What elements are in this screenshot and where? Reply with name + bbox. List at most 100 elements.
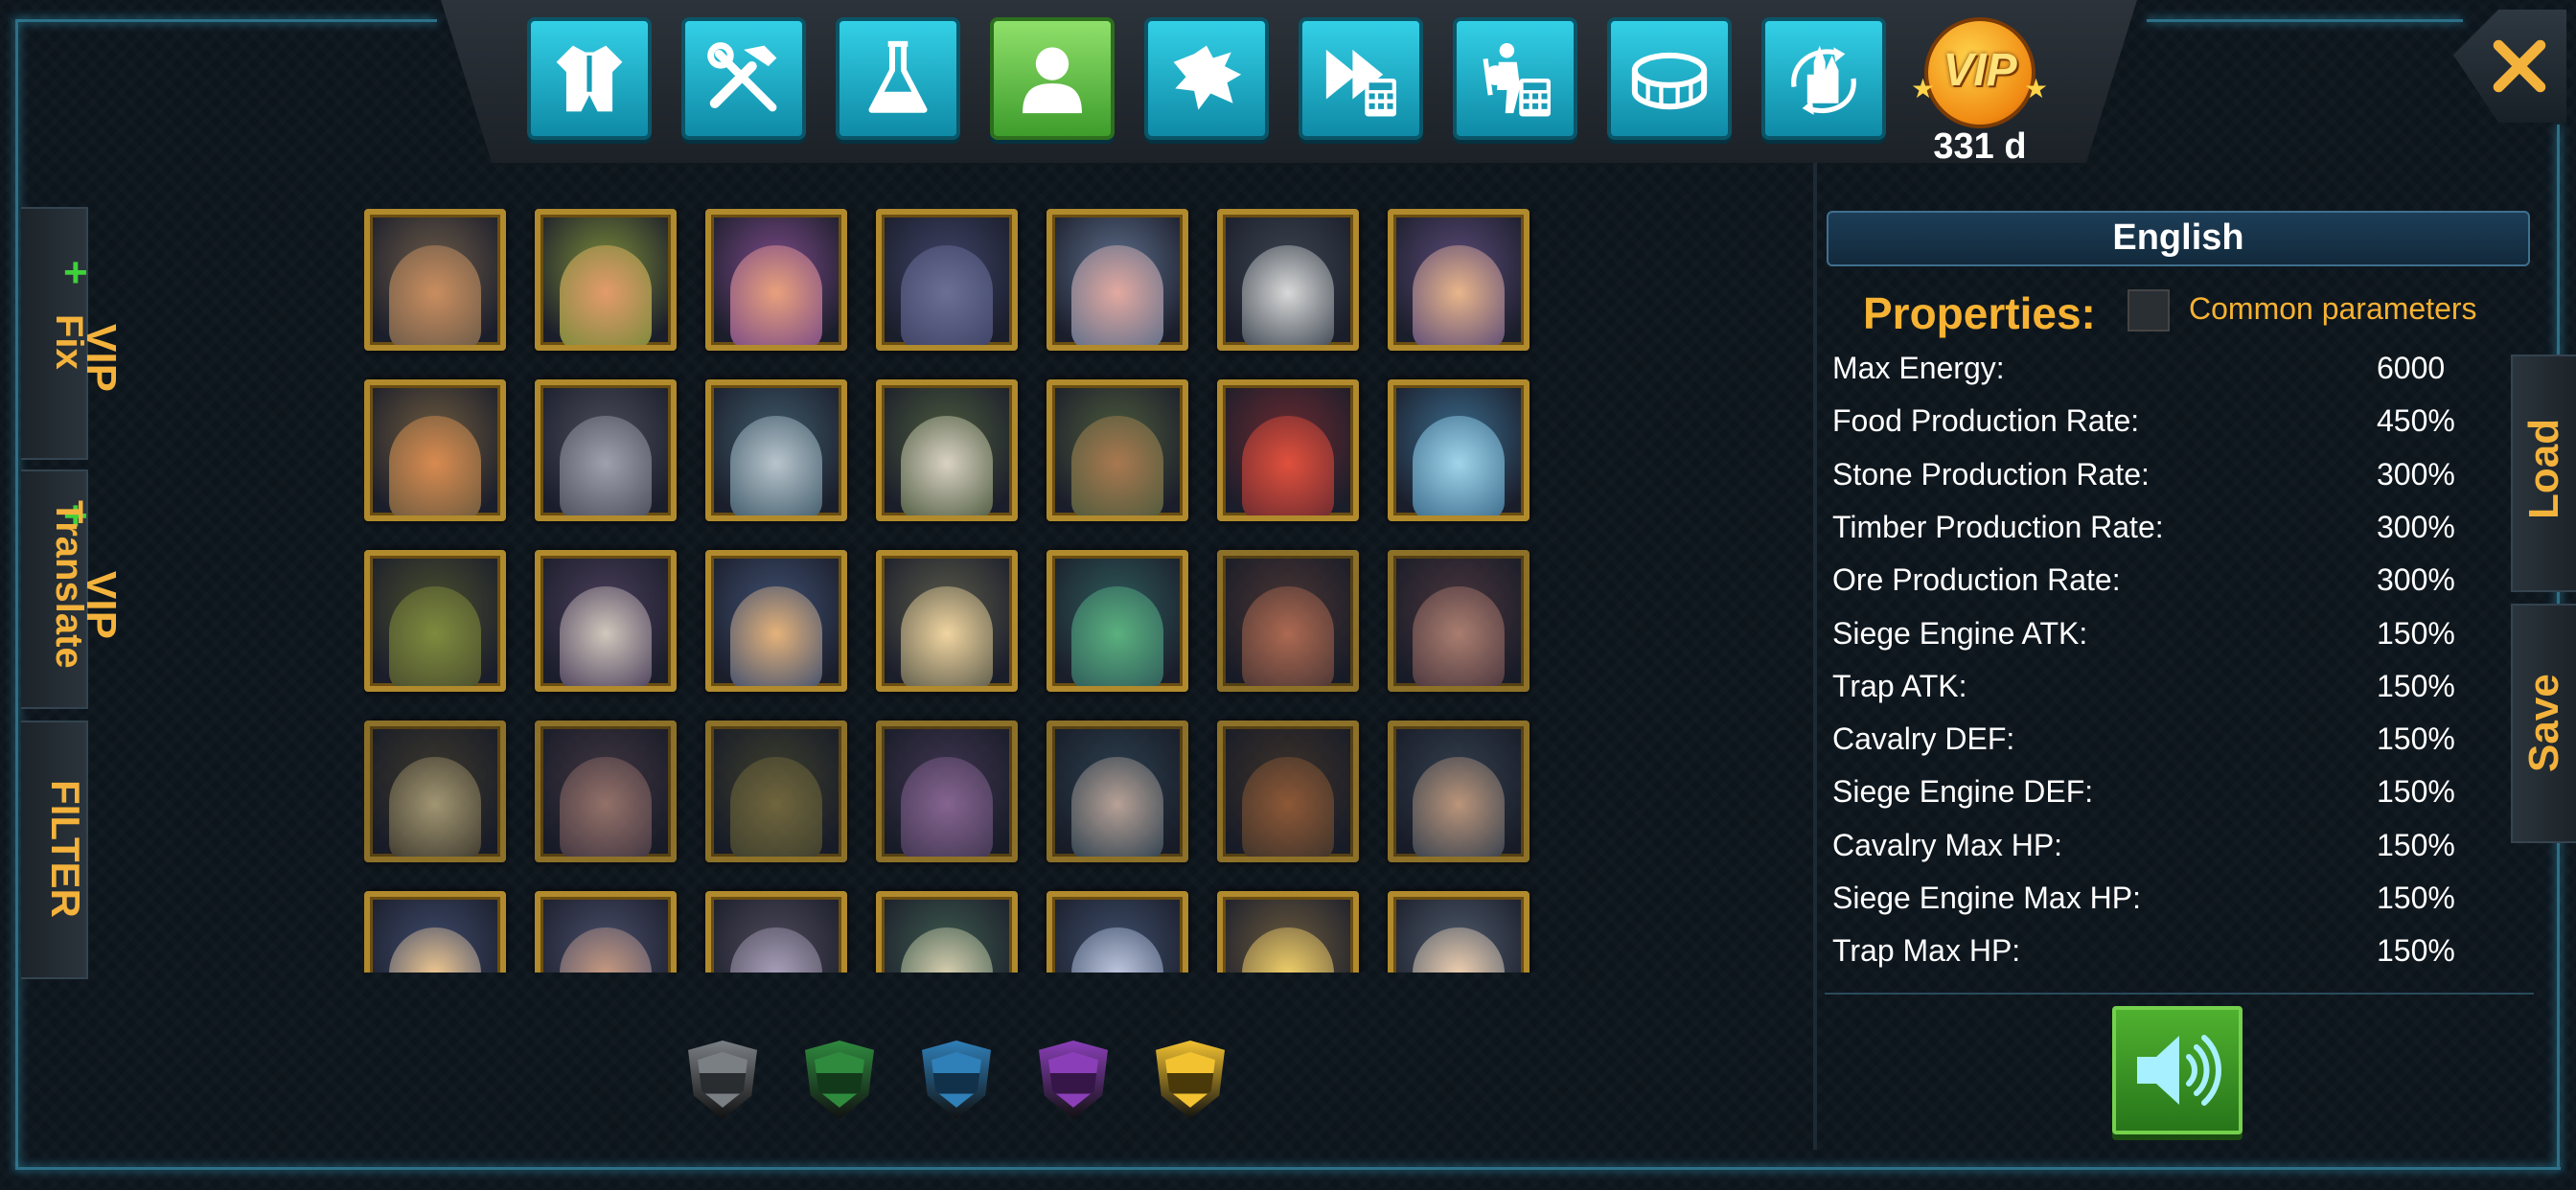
vip-badge[interactable]: ★ ★ VIP 331 d [1909, 13, 2051, 167]
hero-portrait[interactable] [1388, 379, 1530, 521]
rarity-shield-inner [815, 1052, 864, 1108]
property-value[interactable]: 150% [2377, 616, 2455, 652]
property-value[interactable]: 150% [2377, 933, 2455, 969]
hero-portrait[interactable] [535, 209, 677, 351]
flask-icon [868, 40, 928, 113]
hero-face [389, 245, 481, 345]
property-value[interactable]: 300% [2377, 510, 2455, 545]
troop-calculator-button[interactable] [1453, 17, 1577, 140]
hero-portrait[interactable] [535, 891, 677, 973]
hero-portrait[interactable] [364, 891, 506, 973]
hero-portrait[interactable] [705, 891, 847, 973]
hero-face [560, 416, 652, 515]
hero-portrait[interactable] [1388, 891, 1530, 973]
hero-portrait[interactable] [876, 891, 1018, 973]
hero-portrait[interactable] [876, 379, 1018, 521]
hero-portrait[interactable] [705, 550, 847, 692]
filter-tab[interactable]: FILTER [21, 721, 88, 979]
property-value[interactable]: 150% [2377, 721, 2455, 757]
hero-button[interactable] [990, 17, 1115, 140]
common-parameters-checkbox[interactable] [2128, 289, 2170, 332]
hero-face [1071, 245, 1163, 345]
hero-portrait[interactable] [1217, 550, 1359, 692]
hero-portrait[interactable] [535, 550, 677, 692]
hero-portrait[interactable] [876, 550, 1018, 692]
hero-face [560, 245, 652, 345]
hero-portrait[interactable] [1388, 721, 1530, 862]
frame-border [2147, 19, 2463, 22]
hero-portrait[interactable] [1046, 891, 1188, 973]
property-row: Stone Production Rate: 300% [1832, 457, 2465, 505]
vip-translate-tab[interactable]: + VIP Translate [21, 469, 125, 709]
vip-fix-tab[interactable]: + VIP Fix [21, 207, 125, 460]
hero-portrait[interactable] [1046, 209, 1188, 351]
speaker-icon [2137, 1035, 2221, 1106]
armor-button[interactable] [527, 17, 652, 140]
hero-portrait[interactable] [876, 721, 1018, 862]
common-parameters-label[interactable]: Common parameters [2189, 291, 2477, 327]
hero-portrait[interactable] [364, 209, 506, 351]
hero-portrait[interactable] [535, 379, 677, 521]
rarity-shield-inner [932, 1052, 981, 1108]
hero-face [389, 586, 481, 686]
armor-icon [556, 45, 623, 112]
hero-face [901, 927, 993, 973]
hero-portrait[interactable] [1217, 721, 1359, 862]
save-tab[interactable]: Save [2511, 604, 2576, 843]
hero-portrait[interactable] [705, 379, 847, 521]
hero-face [1071, 927, 1163, 973]
hero-portrait[interactable] [364, 721, 506, 862]
hero-portrait[interactable] [705, 209, 847, 351]
hero-face [389, 416, 481, 515]
property-row: Max Energy: 6000 [1832, 351, 2465, 399]
hero-face [1413, 416, 1505, 515]
hero-face [1413, 245, 1505, 345]
property-value[interactable]: 150% [2377, 828, 2455, 863]
tools-button[interactable] [681, 17, 806, 140]
tools-icon [707, 42, 777, 112]
frame-border [15, 19, 18, 1169]
hero-portrait[interactable] [535, 721, 677, 862]
speedup-calculator-button[interactable] [1299, 17, 1423, 140]
hero-portrait[interactable] [364, 550, 506, 692]
property-value[interactable]: 300% [2377, 562, 2455, 598]
property-row: Timber Production Rate: 300% [1832, 510, 2465, 558]
vip-label: VIP [1943, 45, 2017, 96]
hero-portrait[interactable] [1217, 209, 1359, 351]
castle-refresh-button[interactable] [1761, 17, 1886, 140]
sound-button[interactable] [2112, 1006, 2242, 1134]
load-tab[interactable]: Load [2511, 355, 2576, 592]
property-name: Food Production Rate: [1832, 403, 2140, 439]
hero-portrait[interactable] [1388, 550, 1530, 692]
property-value[interactable]: 150% [2377, 774, 2455, 810]
property-name: Siege Engine Max HP: [1832, 881, 2141, 915]
dragon-icon [1173, 45, 1242, 110]
hero-portrait[interactable] [1217, 891, 1359, 973]
hero-face [730, 757, 822, 857]
hero-face [901, 245, 993, 345]
property-value[interactable]: 150% [2377, 669, 2455, 704]
fast-forward-calculator-icon [1325, 49, 1396, 117]
property-value[interactable]: 6000 [2377, 351, 2445, 386]
property-value[interactable]: 150% [2377, 881, 2455, 916]
hero-portrait[interactable] [1388, 209, 1530, 351]
hero-portrait[interactable] [1217, 379, 1359, 521]
hero-face [560, 757, 652, 857]
hero-face [1071, 586, 1163, 686]
property-name: Trap ATK: [1832, 668, 1967, 703]
hero-portrait[interactable] [1046, 550, 1188, 692]
research-button[interactable] [836, 17, 960, 140]
language-selector[interactable]: English [1827, 211, 2530, 266]
hero-portrait[interactable] [1046, 379, 1188, 521]
hero-portrait[interactable] [1046, 721, 1188, 862]
hero-portrait[interactable] [364, 379, 506, 521]
hero-portrait[interactable] [876, 209, 1018, 351]
person-icon [1023, 47, 1082, 114]
arena-button[interactable] [1607, 17, 1732, 140]
property-value[interactable]: 450% [2377, 403, 2455, 439]
close-button[interactable] [2453, 10, 2566, 123]
filter-label: FILTER [43, 780, 88, 918]
hero-portrait[interactable] [705, 721, 847, 862]
dragon-button[interactable] [1144, 17, 1269, 140]
property-value[interactable]: 300% [2377, 457, 2455, 492]
